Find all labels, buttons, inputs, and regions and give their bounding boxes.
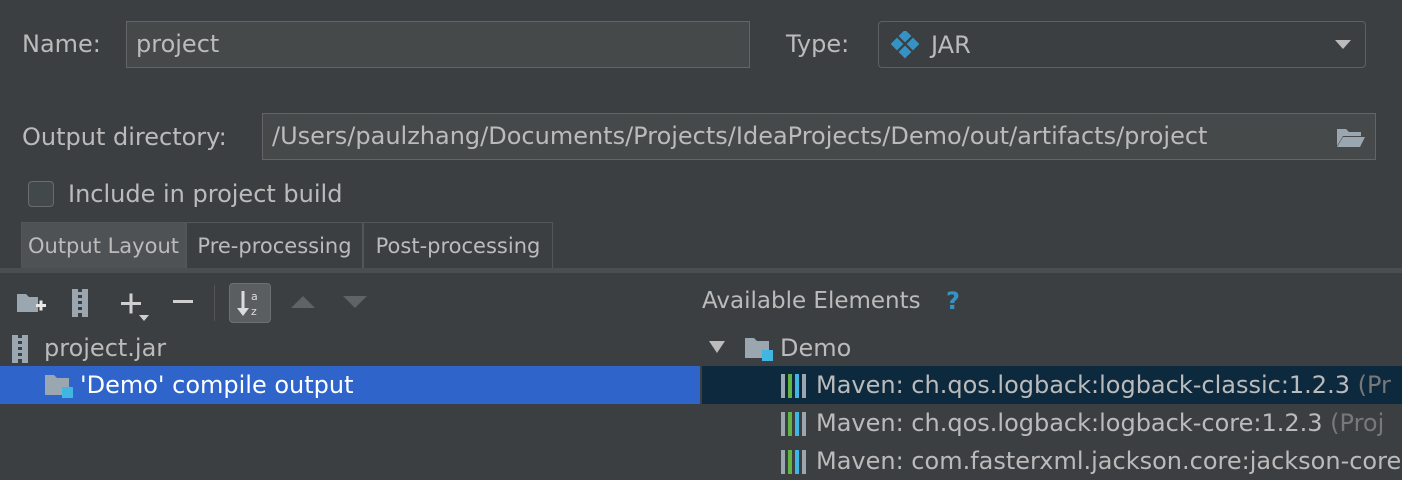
- library-icon: [781, 450, 806, 474]
- available-elements-title: Available Elements: [702, 288, 921, 314]
- sort-alphabetically-button[interactable]: a z: [229, 283, 271, 323]
- type-dropdown[interactable]: JAR: [878, 21, 1366, 68]
- svg-text:z: z: [251, 305, 257, 318]
- help-icon[interactable]: ?: [946, 287, 960, 315]
- name-input[interactable]: project: [126, 21, 750, 68]
- svg-text:a: a: [251, 290, 258, 303]
- library-icon: [781, 374, 806, 398]
- move-up-icon[interactable]: [290, 294, 316, 310]
- output-directory-value: /Users/paulzhang/Documents/Projects/Idea…: [272, 122, 1208, 150]
- expand-arrow-icon[interactable]: [708, 340, 726, 354]
- available-item-row[interactable]: Maven: com.fasterxml.jackson.core:jackso…: [702, 442, 1402, 480]
- include-in-build-checkbox[interactable]: [28, 181, 54, 207]
- add-icon[interactable]: [118, 290, 152, 322]
- browse-folder-icon[interactable]: [1336, 126, 1366, 148]
- tab-post-processing[interactable]: Post-processing: [363, 222, 553, 268]
- include-in-build-label: Include in project build: [68, 180, 343, 208]
- chevron-down-icon: [1335, 40, 1351, 49]
- available-item-label: Maven: ch.qos.logback:logback-classic:1.…: [816, 371, 1391, 399]
- module-output-folder-icon: [45, 375, 73, 398]
- layout-root-label[interactable]: project.jar: [44, 334, 166, 362]
- available-item-label: Maven: com.fasterxml.jackson.core:jackso…: [816, 447, 1402, 475]
- archive-icon[interactable]: [70, 288, 90, 318]
- tab-output-layout[interactable]: Output Layout: [21, 222, 186, 268]
- available-item-row[interactable]: Maven: ch.qos.logback:logback-classic:1.…: [702, 366, 1402, 404]
- toolbar-separator: [214, 285, 215, 321]
- module-demo-label[interactable]: Demo: [780, 334, 851, 362]
- type-label: Type:: [786, 30, 850, 58]
- name-label: Name:: [22, 30, 101, 58]
- available-item-row[interactable]: Maven: ch.qos.logback:logback-core:1.2.3…: [702, 404, 1402, 442]
- tab-pre-processing[interactable]: Pre-processing: [186, 222, 363, 268]
- remove-icon[interactable]: [172, 298, 194, 306]
- layout-selected-row[interactable]: 'Demo' compile output: [0, 366, 700, 404]
- output-directory-label: Output directory:: [22, 123, 227, 151]
- compile-output-label: 'Demo' compile output: [80, 371, 354, 399]
- jar-type-icon: [891, 31, 919, 59]
- move-down-icon[interactable]: [342, 294, 368, 310]
- type-value: JAR: [931, 31, 971, 59]
- jar-archive-icon: [12, 335, 28, 363]
- module-folder-icon: [745, 338, 773, 361]
- available-item-label: Maven: ch.qos.logback:logback-core:1.2.3…: [816, 409, 1385, 437]
- sort-alphabetically-icon: a z: [237, 290, 258, 318]
- new-folder-icon[interactable]: [16, 292, 46, 314]
- output-directory-input[interactable]: /Users/paulzhang/Documents/Projects/Idea…: [262, 113, 1376, 160]
- library-icon: [781, 412, 806, 436]
- tab-divider: [0, 268, 1402, 273]
